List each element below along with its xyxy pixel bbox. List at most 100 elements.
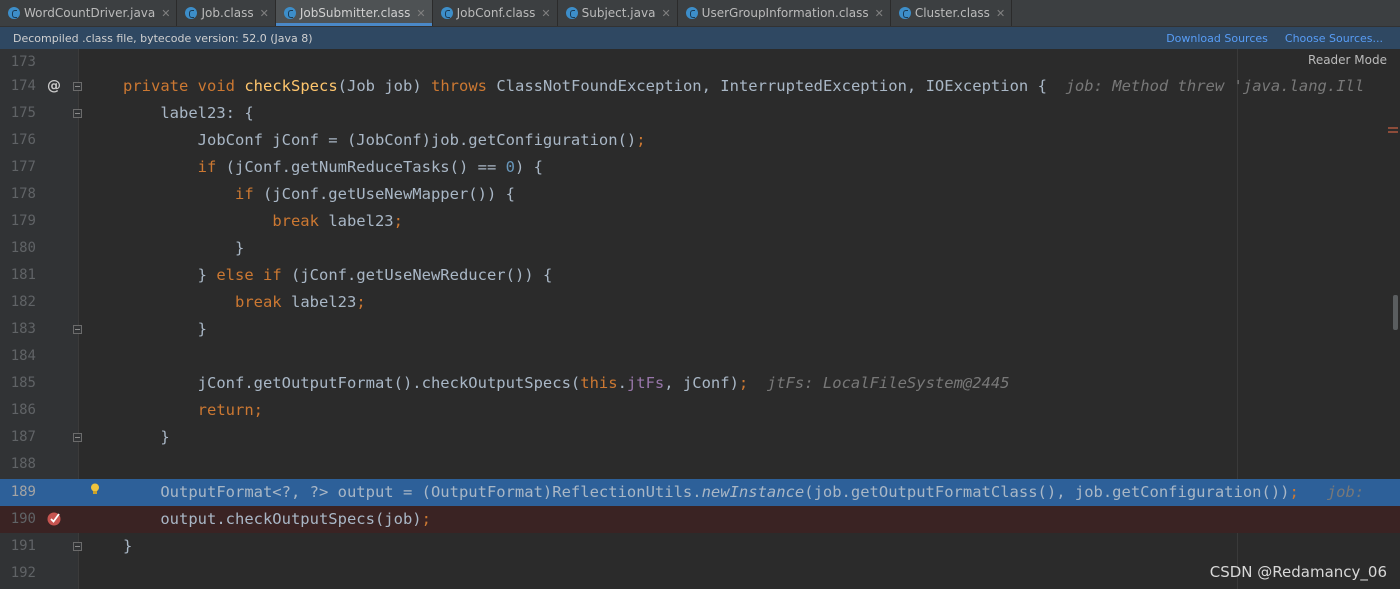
lightbulb-icon[interactable]	[90, 483, 100, 495]
close-icon[interactable]: ✕	[661, 7, 670, 20]
fold-icon[interactable]	[73, 109, 82, 118]
line-number: 186	[10, 402, 36, 418]
banner-text: Decompiled .class file, bytecode version…	[13, 31, 313, 45]
tab-wordcountdriver[interactable]: WordCountDriver.java ✕	[0, 0, 178, 26]
line-number: 192	[10, 565, 36, 581]
line-number: 185	[10, 375, 36, 391]
class-icon	[440, 7, 453, 19]
line-number: 175	[10, 105, 36, 121]
code-text: break label23;	[234, 293, 366, 311]
tab-label: JobConf.class	[456, 6, 536, 20]
fold-icon[interactable]	[73, 82, 82, 91]
close-icon[interactable]: ✕	[416, 7, 425, 20]
code-line: 191 }	[0, 533, 1400, 560]
watermark: CSDN @Redamancy_06	[1209, 563, 1387, 581]
code-text: jConf.getOutputFormat().checkOutputSpecs…	[197, 374, 1010, 392]
reader-mode-button[interactable]: Reader Mode	[1308, 53, 1387, 67]
line-number: 191	[10, 538, 36, 554]
tab-label: UserGroupInformation.class	[701, 6, 869, 20]
tab-label: Cluster.class	[914, 6, 990, 20]
code-text: }	[197, 320, 207, 338]
line-number: 174	[10, 78, 36, 94]
tab-label: WordCountDriver.java	[24, 6, 156, 20]
line-number: 177	[10, 159, 36, 175]
code-editor[interactable]: 173 174 @ private void checkSpecs(Job jo…	[0, 49, 1400, 589]
class-icon	[565, 7, 578, 19]
code-text: return;	[197, 401, 263, 419]
code-text: } else if (jConf.getUseNewReducer()) {	[197, 266, 553, 284]
close-icon[interactable]: ✕	[161, 7, 170, 20]
decompiled-banner: Decompiled .class file, bytecode version…	[0, 27, 1400, 49]
line-number: 179	[10, 213, 36, 229]
line-number: 173	[10, 54, 36, 70]
fold-icon[interactable]	[73, 325, 82, 334]
code-text: output.checkOutputSpecs(job);	[160, 510, 431, 528]
code-line: 185 jConf.getOutputFormat().checkOutputS…	[0, 370, 1400, 397]
choose-sources-link[interactable]: Choose Sources...	[1285, 32, 1383, 45]
code-text: if (jConf.getUseNewMapper()) {	[234, 185, 515, 203]
code-text: OutputFormat<?, ?> output = (OutputForma…	[160, 483, 1365, 501]
code-line: 188	[0, 451, 1400, 478]
fold-icon[interactable]	[73, 433, 82, 442]
override-at-icon[interactable]: @	[47, 73, 61, 100]
code-line: 180 }	[0, 235, 1400, 262]
line-number: 176	[10, 132, 36, 148]
code-line: 176 JobConf jConf = (JobConf)job.getConf…	[0, 127, 1400, 154]
tab-label: JobSubmitter.class	[299, 6, 411, 20]
tab-cluster[interactable]: Cluster.class ✕	[891, 0, 1013, 26]
breakpoint-check-icon[interactable]	[47, 511, 62, 526]
line-number: 184	[10, 348, 36, 364]
line-number: 178	[10, 186, 36, 202]
code-text: if (jConf.getNumReduceTasks() == 0) {	[197, 158, 543, 176]
line-number: 180	[10, 240, 36, 256]
class-icon	[283, 7, 296, 19]
tab-job[interactable]: Job.class ✕	[177, 0, 276, 26]
code-line: 181 } else if (jConf.getUseNewReducer())…	[0, 262, 1400, 289]
line-number: 190	[10, 511, 36, 527]
code-text: }	[160, 428, 170, 446]
fold-icon[interactable]	[73, 542, 82, 551]
tab-jobsubmitter[interactable]: JobSubmitter.class ✕	[275, 0, 433, 26]
code-line: 183 }	[0, 316, 1400, 343]
error-stripe-mark[interactable]	[1388, 127, 1398, 129]
line-number: 183	[10, 321, 36, 337]
class-icon	[898, 7, 911, 19]
class-icon	[185, 7, 198, 19]
code-line: 186 return;	[0, 397, 1400, 424]
vertical-scrollbar-thumb[interactable]	[1393, 295, 1398, 330]
close-icon[interactable]: ✕	[260, 7, 269, 20]
code-text: label23: {	[160, 104, 254, 122]
code-line: 179 break label23;	[0, 208, 1400, 235]
code-line: 178 if (jConf.getUseNewMapper()) {	[0, 181, 1400, 208]
tab-label: Subject.java	[581, 6, 656, 20]
tab-subject[interactable]: Subject.java ✕	[558, 0, 678, 26]
class-icon	[8, 7, 20, 19]
class-icon	[685, 7, 698, 19]
tab-label: Job.class	[201, 6, 254, 20]
code-line: 173	[0, 49, 1400, 76]
close-icon[interactable]: ✕	[541, 7, 550, 20]
code-line: 182 break label23;	[0, 289, 1400, 316]
line-number: 182	[10, 294, 36, 310]
code-line: 187 }	[0, 424, 1400, 451]
line-number: 189	[10, 484, 36, 500]
code-line: 177 if (jConf.getNumReduceTasks() == 0) …	[0, 154, 1400, 181]
code-text: break label23;	[272, 212, 403, 230]
code-line: 174 @ private void checkSpecs(Job job) t…	[0, 73, 1400, 100]
tab-jobconf[interactable]: JobConf.class ✕	[433, 0, 558, 26]
code-text: }	[123, 537, 133, 555]
code-line: 175 label23: {	[0, 100, 1400, 127]
close-icon[interactable]: ✕	[996, 7, 1005, 20]
line-number: 181	[10, 267, 36, 283]
line-number: 188	[10, 456, 36, 472]
code-line: 184	[0, 343, 1400, 370]
editor-tab-bar: WordCountDriver.java ✕ Job.class ✕ JobSu…	[0, 0, 1400, 27]
download-sources-link[interactable]: Download Sources	[1166, 32, 1268, 45]
code-text: private void checkSpecs(Job job) throws …	[123, 77, 1365, 95]
code-text: JobConf jConf = (JobConf)job.getConfigur…	[197, 131, 646, 149]
close-icon[interactable]: ✕	[875, 7, 884, 20]
current-execution-line: 189 OutputFormat<?, ?> output = (OutputF…	[0, 479, 1400, 506]
error-stripe-mark[interactable]	[1388, 131, 1398, 133]
tab-usergroupinformation[interactable]: UserGroupInformation.class ✕	[678, 0, 891, 26]
breakpoint-line: 190 output.checkOutputSpecs(job);	[0, 506, 1400, 533]
